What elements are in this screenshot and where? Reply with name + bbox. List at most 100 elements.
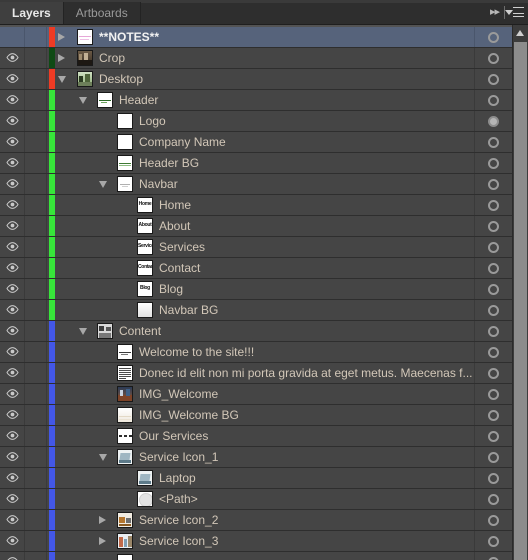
target-column[interactable] bbox=[474, 48, 512, 68]
chevron-down-icon[interactable] bbox=[79, 97, 87, 104]
target-column[interactable] bbox=[474, 531, 512, 551]
target-circle-icon[interactable] bbox=[488, 158, 499, 169]
layer-thumbnail[interactable] bbox=[117, 155, 133, 171]
layer-row[interactable]: Navbar bbox=[0, 174, 528, 195]
visibility-toggle[interactable] bbox=[0, 384, 25, 404]
layer-row[interactable]: Service Icon_1 bbox=[0, 447, 528, 468]
chevron-right-icon[interactable] bbox=[99, 516, 106, 524]
layer-name[interactable]: Services bbox=[159, 237, 486, 257]
layer-thumbnail[interactable] bbox=[97, 92, 113, 108]
target-circle-icon[interactable] bbox=[488, 389, 499, 400]
layer-name[interactable]: IMG_Welcome bbox=[139, 384, 486, 404]
visibility-toggle[interactable] bbox=[0, 153, 25, 173]
layer-name[interactable]: Crop bbox=[99, 48, 486, 68]
layer-row[interactable]: Service Icon_2 bbox=[0, 510, 528, 531]
layer-name[interactable]: Contact bbox=[159, 258, 486, 278]
target-circle-icon[interactable] bbox=[488, 431, 499, 442]
target-column[interactable] bbox=[474, 111, 512, 131]
layer-name[interactable]: Home bbox=[159, 195, 486, 215]
layer-row[interactable]: Contact Contact bbox=[0, 258, 528, 279]
chevron-right-icon[interactable] bbox=[99, 537, 106, 545]
visibility-toggle[interactable] bbox=[0, 174, 25, 194]
visibility-toggle[interactable] bbox=[0, 48, 25, 68]
layer-thumbnail[interactable] bbox=[117, 176, 133, 192]
layer-row[interactable]: Header BG bbox=[0, 153, 528, 174]
layer-thumbnail[interactable] bbox=[77, 50, 93, 66]
visibility-toggle[interactable] bbox=[0, 90, 25, 110]
lock-column[interactable] bbox=[25, 132, 47, 152]
lock-column[interactable] bbox=[25, 48, 47, 68]
layer-name[interactable]: Blog bbox=[159, 279, 486, 299]
lock-column[interactable] bbox=[25, 69, 47, 89]
target-circle-icon[interactable] bbox=[488, 515, 499, 526]
layer-thumbnail[interactable] bbox=[117, 428, 133, 444]
layer-thumbnail[interactable] bbox=[137, 470, 153, 486]
target-circle-icon[interactable] bbox=[488, 221, 499, 232]
target-circle-icon[interactable] bbox=[488, 263, 499, 274]
target-circle-icon[interactable] bbox=[488, 452, 499, 463]
layer-thumbnail[interactable] bbox=[77, 71, 93, 87]
target-column[interactable] bbox=[474, 195, 512, 215]
target-column[interactable] bbox=[474, 90, 512, 110]
layer-name[interactable]: Company Name bbox=[139, 132, 486, 152]
layer-thumbnail[interactable] bbox=[137, 491, 153, 507]
layer-thumbnail[interactable] bbox=[117, 554, 133, 560]
chevron-down-icon[interactable] bbox=[58, 76, 66, 83]
target-circle-icon[interactable] bbox=[488, 326, 499, 337]
layer-row[interactable]: Donec id elit non mi porta gravida at eg… bbox=[0, 363, 528, 384]
target-circle-icon[interactable] bbox=[488, 32, 499, 43]
target-circle-icon[interactable] bbox=[488, 137, 499, 148]
layer-name[interactable]: IMG_Welcome BG bbox=[139, 405, 486, 425]
target-column[interactable] bbox=[474, 552, 512, 560]
visibility-toggle[interactable] bbox=[0, 405, 25, 425]
layer-row[interactable]: Blog Blog bbox=[0, 279, 528, 300]
chevron-down-icon[interactable] bbox=[99, 454, 107, 461]
layer-name[interactable]: Navbar bbox=[139, 174, 486, 194]
visibility-toggle[interactable] bbox=[0, 468, 25, 488]
layer-thumbnail[interactable] bbox=[117, 512, 133, 528]
layer-thumbnail[interactable] bbox=[117, 113, 133, 129]
lock-column[interactable] bbox=[25, 321, 47, 341]
lock-column[interactable] bbox=[25, 510, 47, 530]
target-circle-icon[interactable] bbox=[488, 368, 499, 379]
layer-row[interactable]: IMG_Welcome bbox=[0, 384, 528, 405]
layer-thumbnail[interactable] bbox=[117, 533, 133, 549]
chevron-down-icon[interactable] bbox=[99, 181, 107, 188]
lock-column[interactable] bbox=[25, 468, 47, 488]
layer-name[interactable]: Donec id elit non mi porta gravida at eg… bbox=[139, 363, 486, 383]
lock-column[interactable] bbox=[25, 174, 47, 194]
target-circle-icon[interactable] bbox=[488, 494, 499, 505]
chevron-down-icon[interactable] bbox=[79, 328, 87, 335]
target-circle-icon[interactable] bbox=[488, 95, 499, 106]
visibility-toggle[interactable] bbox=[0, 69, 25, 89]
target-column[interactable] bbox=[474, 69, 512, 89]
layer-thumbnail[interactable] bbox=[117, 407, 133, 423]
layer-name[interactable]: Navbar BG bbox=[159, 300, 486, 320]
visibility-toggle[interactable] bbox=[0, 195, 25, 215]
layer-name[interactable]: Service Icon_1 bbox=[139, 447, 486, 467]
target-column[interactable] bbox=[474, 510, 512, 530]
panel-menu-icon[interactable] bbox=[505, 6, 524, 19]
lock-column[interactable] bbox=[25, 363, 47, 383]
target-column[interactable] bbox=[474, 216, 512, 236]
target-circle-icon[interactable] bbox=[488, 347, 499, 358]
layer-row[interactable]: Home Home bbox=[0, 195, 528, 216]
visibility-toggle[interactable] bbox=[0, 531, 25, 551]
layer-thumbnail[interactable]: Services bbox=[137, 239, 153, 255]
visibility-toggle[interactable] bbox=[0, 111, 25, 131]
target-column[interactable] bbox=[474, 132, 512, 152]
target-circle-icon[interactable] bbox=[488, 473, 499, 484]
layer-row[interactable]: Navbar BG bbox=[0, 300, 528, 321]
layer-row[interactable]: <Path> bbox=[0, 489, 528, 510]
target-circle-icon[interactable] bbox=[488, 305, 499, 316]
layers-list[interactable]: **NOTES** Crop Desktop Header Logo Company Na… bbox=[0, 25, 528, 560]
lock-column[interactable] bbox=[25, 153, 47, 173]
layer-row[interactable]: IMG_Welcome BG bbox=[0, 405, 528, 426]
lock-column[interactable] bbox=[25, 405, 47, 425]
scroll-up-arrow-icon[interactable] bbox=[513, 25, 528, 41]
target-circle-icon[interactable] bbox=[488, 242, 499, 253]
target-circle-icon[interactable] bbox=[488, 53, 499, 64]
layer-name[interactable]: Header bbox=[119, 90, 486, 110]
layer-name[interactable]: Desktop bbox=[99, 69, 486, 89]
layer-name[interactable]: Header BG bbox=[139, 153, 486, 173]
